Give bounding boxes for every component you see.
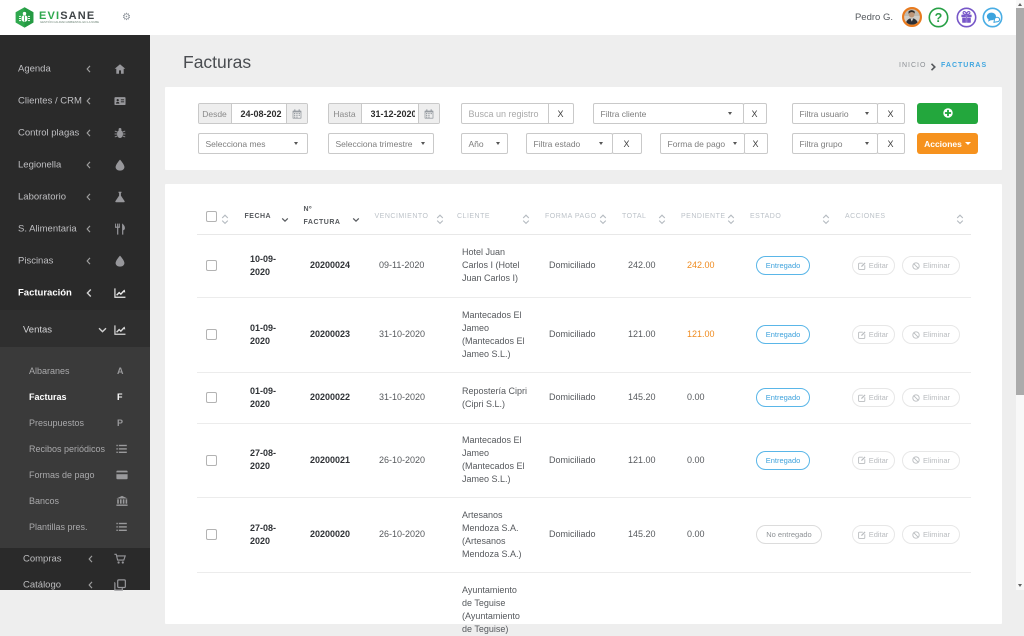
svg-text:?: ? (935, 11, 943, 25)
